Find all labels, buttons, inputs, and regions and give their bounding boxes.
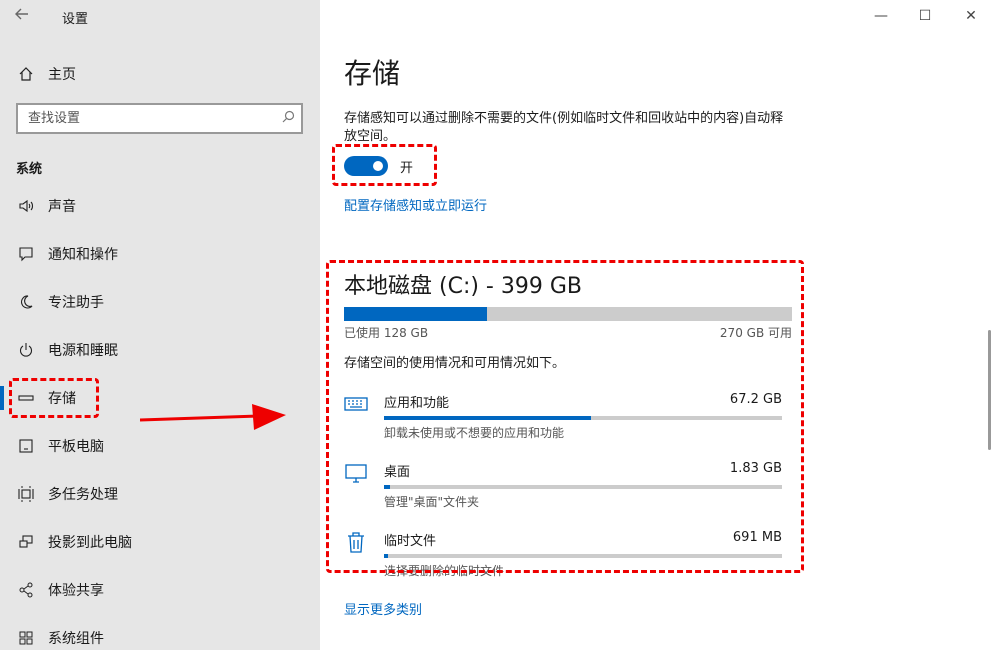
sidebar-item[interactable]: 系统组件 (0, 618, 320, 658)
storage-sense-description: 存储感知可以通过删除不需要的文件(例如临时文件和回收站中的内容)自动释放空间。 (344, 111, 784, 144)
annotation-box-disk (326, 260, 804, 573)
sidebar-item-label: 平板电脑 (48, 439, 104, 455)
sidebar-item-label: 电源和睡眠 (48, 343, 118, 359)
sidebar-item-label: 多任务处理 (48, 487, 118, 503)
sidebar-item-label: 系统组件 (48, 631, 104, 647)
multitask-icon (16, 484, 36, 504)
sidebar-item[interactable]: 通知和操作 (0, 234, 320, 274)
page-title: 存储 (344, 57, 401, 90)
annotation-box-toggle (332, 144, 437, 186)
sidebar-item-label: 专注助手 (48, 295, 104, 311)
annotation-box-storage (9, 378, 99, 418)
sidebar-item[interactable]: 投影到此电脑 (0, 522, 320, 562)
nav-home-label: 主页 (48, 67, 76, 83)
power-icon (16, 340, 36, 360)
sidebar-item[interactable]: 体验共享 (0, 570, 320, 610)
minimize-button[interactable]: — (858, 0, 904, 32)
home-icon (16, 64, 36, 84)
configure-storage-sense-link[interactable]: 配置存储感知或立即运行 (344, 195, 487, 214)
show-more-categories-link[interactable]: 显示更多类别 (344, 599, 422, 618)
sidebar-item-label: 体验共享 (48, 583, 104, 599)
components-icon (16, 628, 36, 648)
sidebar-item-label: 投影到此电脑 (48, 535, 132, 551)
section-header: 系统 (16, 162, 43, 177)
sidebar-item[interactable]: 声音 (0, 186, 320, 226)
sidebar-item[interactable]: 多任务处理 (0, 474, 320, 514)
speaker-icon (16, 196, 36, 216)
sidebar-item[interactable]: 专注助手 (0, 282, 320, 322)
sidebar-item[interactable]: 电源和睡眠 (0, 330, 320, 370)
sidebar: 设置 主页 系统 声音通知和操作专注助手电源和睡眠存储平板电脑多任务处理投影到此… (0, 0, 320, 650)
annotation-arrow-icon (140, 404, 286, 430)
tablet-icon (16, 436, 36, 456)
app-title: 设置 (62, 12, 89, 27)
share-icon (16, 580, 36, 600)
project-icon (16, 532, 36, 552)
moon-icon (16, 292, 36, 312)
sidebar-item-label: 通知和操作 (48, 247, 118, 263)
close-button[interactable]: ✕ (948, 0, 994, 32)
maximize-button[interactable]: ☐ (902, 0, 948, 32)
search-input[interactable] (18, 110, 275, 127)
search-icon[interactable] (275, 110, 301, 127)
search-box[interactable] (16, 103, 303, 134)
scrollbar[interactable] (988, 330, 991, 450)
sidebar-item-label: 声音 (48, 199, 76, 215)
back-arrow-icon[interactable] (14, 6, 34, 26)
nav-home[interactable]: 主页 (16, 62, 76, 86)
message-icon (16, 244, 36, 264)
